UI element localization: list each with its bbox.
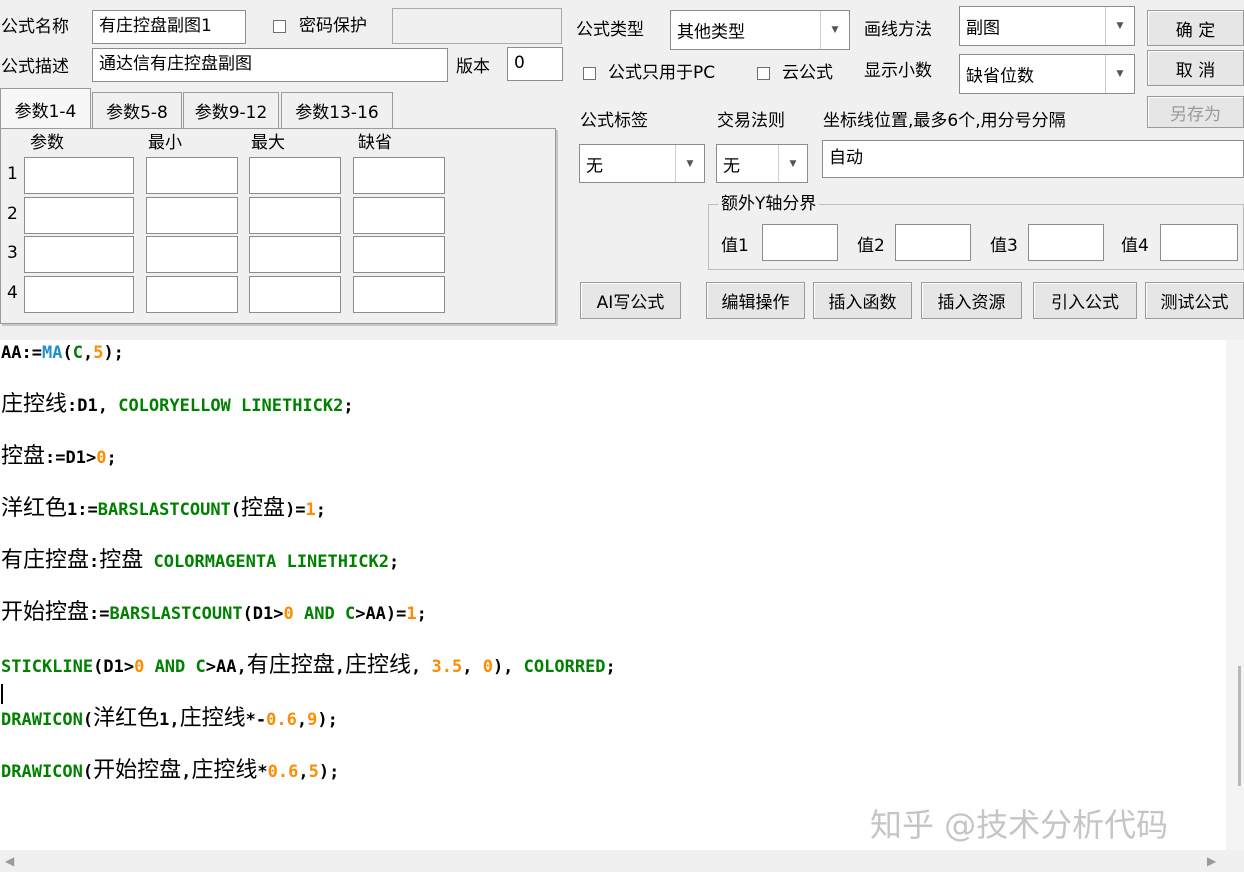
draw-method-label: 画线方法 (864, 20, 932, 40)
code-line-1: AA:=MA(C,5); (1, 343, 124, 363)
param-row-1: 1 (7, 164, 18, 184)
insert-function-button[interactable]: 插入函数 (813, 282, 912, 319)
param-3-min[interactable] (146, 236, 238, 273)
param-1-min[interactable] (146, 157, 238, 194)
chevron-down-icon[interactable]: ▼ (1105, 55, 1134, 93)
coord-line-label: 坐标线位置,最多6个,用分号分隔 (823, 111, 1066, 131)
save-as-button[interactable]: 另存为 (1147, 96, 1244, 128)
draw-method-select[interactable]: 副图 ▼ (959, 6, 1135, 46)
param-header-default: 缺省 (358, 133, 392, 153)
param-2-max[interactable] (249, 197, 341, 234)
param-header-name: 参数 (30, 133, 64, 153)
formula-tag-label: 公式标签 (580, 111, 648, 131)
param-4-name[interactable] (24, 276, 134, 313)
param-3-max[interactable] (249, 236, 341, 273)
decimals-value: 缺省位数 (966, 66, 1034, 87)
formula-type-select[interactable]: 其他类型 ▼ (670, 10, 850, 50)
code-line-4: 洋红色1:=BARSLASTCOUNT(控盘)=1; (1, 496, 327, 521)
tab-params-13-16[interactable]: 参数13-16 (281, 92, 393, 128)
code-line-8: DRAWICON(洋红色1,庄控线*-0.6,9); (1, 706, 338, 731)
param-header-max: 最大 (251, 133, 285, 153)
pc-only-checkbox[interactable] (583, 67, 596, 80)
code-line-3: 控盘:=D1>0; (1, 444, 117, 469)
y-axis-group-title: 额外Y轴分界 (718, 193, 820, 215)
param-4-default[interactable] (353, 276, 445, 313)
confirm-button[interactable]: 确 定 (1147, 10, 1244, 46)
code-line-5: 有庄控盘:控盘 COLORMAGENTA LINETHICK2; (1, 548, 400, 573)
version-input[interactable]: 0 (507, 47, 563, 81)
decimals-select[interactable]: 缺省位数 ▼ (959, 54, 1135, 94)
param-1-default[interactable] (353, 157, 445, 194)
formula-desc-input[interactable]: 通达信有庄控盘副图 (92, 48, 448, 82)
param-3-name[interactable] (24, 236, 134, 273)
cloud-checkbox[interactable] (757, 67, 770, 80)
trade-rule-select[interactable]: 无 ▼ (716, 144, 808, 183)
draw-method-value: 副图 (966, 18, 1000, 39)
y-value-1-label: 值1 (721, 236, 749, 256)
ai-write-formula-button[interactable]: AI写公式 (580, 282, 681, 319)
formula-tag-value: 无 (586, 156, 603, 176)
tab-params-9-12[interactable]: 参数9-12 (183, 92, 279, 128)
y-value-4-input[interactable] (1160, 224, 1238, 261)
cloud-label: 云公式 (782, 63, 833, 83)
param-header-min: 最小 (148, 133, 182, 153)
coord-line-input[interactable]: 自动 (822, 140, 1244, 178)
y-value-3-label: 值3 (990, 236, 1018, 256)
text-cursor (1, 684, 3, 704)
password-checkbox[interactable] (273, 20, 286, 33)
formula-name-label: 公式名称 (1, 17, 69, 37)
version-label: 版本 (456, 57, 490, 77)
code-line-9: DRAWICON(开始控盘,庄控线*0.6,5); (1, 758, 340, 783)
param-2-default[interactable] (353, 197, 445, 234)
horizontal-scrollbar[interactable]: ◀ ▶ (0, 850, 1244, 872)
password-input[interactable] (392, 8, 562, 44)
trade-rule-label: 交易法则 (717, 111, 785, 131)
formula-tag-select[interactable]: 无 ▼ (579, 144, 705, 183)
chevron-down-icon[interactable]: ▼ (820, 11, 849, 49)
import-formula-button[interactable]: 引入公式 (1033, 282, 1137, 319)
param-2-min[interactable] (146, 197, 238, 234)
param-4-max[interactable] (249, 276, 341, 313)
param-2-name[interactable] (24, 197, 134, 234)
chevron-down-icon[interactable]: ▼ (778, 145, 807, 182)
pc-only-label: 公式只用于PC (608, 63, 716, 83)
param-3-default[interactable] (353, 236, 445, 273)
scroll-left-icon[interactable]: ◀ (5, 854, 14, 868)
code-line-7: STICKLINE(D1>0 AND C>AA,有庄控盘,庄控线, 3.5, 0… (1, 653, 616, 678)
param-1-max[interactable] (249, 157, 341, 194)
param-row-2: 2 (7, 204, 18, 224)
decimals-label: 显示小数 (864, 61, 932, 81)
chevron-down-icon[interactable]: ▼ (675, 145, 704, 182)
formula-type-label: 公式类型 (576, 20, 644, 40)
cancel-button[interactable]: 取 消 (1147, 50, 1244, 86)
code-line-2: 庄控线:D1, COLORYELLOW LINETHICK2; (1, 392, 354, 417)
vertical-scroll-thumb[interactable] (1238, 666, 1241, 786)
y-value-2-label: 值2 (857, 236, 885, 256)
y-value-1-input[interactable] (762, 224, 838, 261)
vertical-scrollbar[interactable] (1226, 340, 1244, 850)
watermark: 知乎 @技术分析代码 (870, 806, 1169, 844)
param-row-3: 3 (7, 243, 18, 263)
tab-params-5-8[interactable]: 参数5-8 (92, 92, 182, 128)
y-value-3-input[interactable] (1028, 224, 1104, 261)
param-row-4: 4 (7, 283, 18, 303)
chevron-down-icon[interactable]: ▼ (1105, 7, 1134, 45)
test-formula-button[interactable]: 测试公式 (1145, 282, 1244, 319)
y-value-2-input[interactable] (895, 224, 971, 261)
password-label: 密码保护 (299, 16, 367, 36)
param-1-name[interactable] (24, 157, 134, 194)
edit-operation-button[interactable]: 编辑操作 (706, 282, 805, 319)
insert-resource-button[interactable]: 插入资源 (921, 282, 1022, 319)
y-value-4-label: 值4 (1121, 236, 1149, 256)
formula-desc-label: 公式描述 (1, 57, 69, 77)
param-4-min[interactable] (146, 276, 238, 313)
tab-params-1-4[interactable]: 参数1-4 (0, 88, 91, 130)
trade-rule-value: 无 (723, 156, 740, 176)
code-editor[interactable]: AA:=MA(C,5); 庄控线:D1, COLORYELLOW LINETHI… (0, 340, 1226, 850)
formula-type-value: 其他类型 (677, 22, 745, 43)
code-line-6: 开始控盘:=BARSLASTCOUNT(D1>0 AND C>AA)=1; (1, 600, 427, 625)
scroll-right-icon[interactable]: ▶ (1207, 854, 1216, 868)
formula-name-input[interactable]: 有庄控盘副图1 (92, 10, 246, 44)
